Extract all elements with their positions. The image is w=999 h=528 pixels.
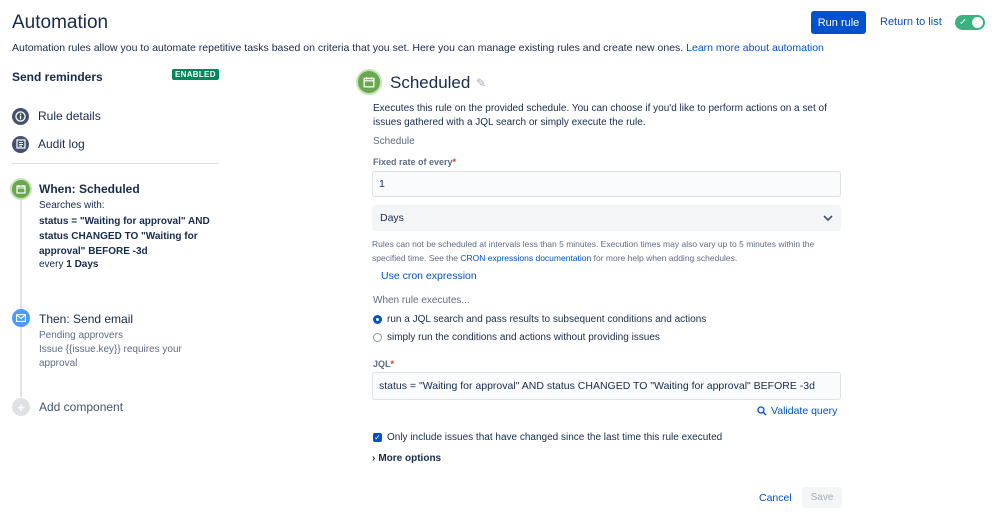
fixed-rate-input[interactable]: 1 bbox=[372, 171, 841, 197]
action-summary: Pending approvers Issue {{issue.key}} re… bbox=[39, 329, 209, 371]
action-line-2: Issue {{issue.key}} requires your approv… bbox=[39, 344, 182, 369]
sidebar-item-label: Rule details bbox=[38, 109, 101, 123]
when-rule-executes-label: When rule executes... bbox=[373, 295, 470, 306]
description-text: Automation rules allow you to automate r… bbox=[12, 42, 684, 54]
component-title: Scheduled bbox=[390, 73, 471, 92]
calendar-icon bbox=[358, 71, 380, 93]
cancel-button[interactable]: Cancel bbox=[759, 492, 792, 504]
calendar-icon bbox=[12, 180, 30, 198]
validate-query-label: Validate query bbox=[771, 405, 838, 417]
interval-unit-value: Days bbox=[380, 212, 404, 224]
jql-input[interactable]: status = "Waiting for approval" AND stat… bbox=[372, 372, 841, 400]
sidebar-item-label: Audit log bbox=[38, 137, 85, 151]
checkbox-checked[interactable]: ✓ bbox=[373, 433, 382, 442]
save-button[interactable]: Save bbox=[802, 487, 842, 508]
every-value: 1 Days bbox=[66, 259, 99, 270]
help-text-part-2: for more help when adding schedules. bbox=[593, 253, 738, 263]
checkbox-label: Only include issues that have changed si… bbox=[387, 432, 723, 443]
info-icon bbox=[12, 107, 29, 125]
cron-docs-link[interactable]: CRON expressions documentation bbox=[460, 253, 591, 263]
timeline-line bbox=[20, 197, 22, 397]
sidebar-divider bbox=[12, 163, 219, 164]
fixed-rate-label-text: Fixed rate of every bbox=[373, 157, 453, 167]
toggle-knob bbox=[972, 17, 983, 28]
run-rule-button[interactable]: Run rule bbox=[811, 11, 866, 34]
schedule-label: Schedule bbox=[373, 136, 415, 147]
trigger-title[interactable]: When: Scheduled bbox=[39, 182, 140, 196]
required-marker: * bbox=[390, 359, 395, 369]
trigger-query: status = "Waiting for approval" AND stat… bbox=[39, 216, 210, 257]
chevron-right-icon: › bbox=[372, 453, 376, 464]
radio-button[interactable] bbox=[373, 333, 382, 342]
sidebar-item-audit-log[interactable]: Audit log bbox=[12, 134, 85, 154]
list-icon bbox=[12, 135, 29, 153]
every-prefix: every bbox=[39, 259, 64, 270]
radio-label: run a JQL search and pass results to sub… bbox=[387, 314, 707, 325]
mail-icon bbox=[12, 309, 30, 327]
return-to-list-link[interactable]: Return to list bbox=[880, 16, 942, 28]
check-icon: ✓ bbox=[959, 17, 968, 28]
sidebar-item-rule-details[interactable]: Rule details bbox=[12, 106, 101, 126]
rule-enabled-toggle[interactable]: ✓ bbox=[955, 15, 985, 30]
component-description: Executes this rule on the provided sched… bbox=[373, 103, 827, 128]
page-description: Automation rules allow you to automate r… bbox=[12, 42, 824, 54]
fixed-rate-label: Fixed rate of every* bbox=[373, 157, 456, 167]
action-title[interactable]: Then: Send email bbox=[39, 312, 133, 326]
more-options-label: More options bbox=[378, 453, 442, 464]
interval-unit-select[interactable]: Days bbox=[372, 205, 841, 231]
schedule-help-text: Rules can not be scheduled at intervals … bbox=[372, 237, 844, 265]
action-line-1: Pending approvers bbox=[39, 330, 123, 341]
only-changed-issues-checkbox-row[interactable]: ✓ Only include issues that have changed … bbox=[373, 432, 722, 443]
edit-pencil-icon[interactable]: ✎ bbox=[476, 76, 486, 90]
page-title: Automation bbox=[12, 12, 109, 33]
radio-run-without-issues[interactable]: simply run the conditions and actions wi… bbox=[373, 332, 660, 343]
add-component-link[interactable]: Add component bbox=[39, 400, 123, 414]
chevron-down-icon bbox=[823, 211, 833, 225]
trigger-searches-label: Searches with: bbox=[39, 200, 105, 211]
status-badge: ENABLED bbox=[172, 69, 219, 80]
radio-button-selected[interactable] bbox=[373, 315, 382, 324]
use-cron-expression-link[interactable]: Use cron expression bbox=[381, 270, 477, 282]
jql-label-text: JQL bbox=[373, 359, 391, 369]
jql-label: JQL* bbox=[373, 359, 394, 369]
required-marker: * bbox=[452, 157, 457, 167]
more-options-toggle[interactable]: › More options bbox=[372, 453, 441, 464]
rule-name: Send reminders bbox=[12, 70, 103, 84]
search-icon bbox=[757, 406, 767, 416]
trigger-frequency: every 1 Days bbox=[39, 259, 98, 270]
plus-icon[interactable]: + bbox=[12, 398, 30, 416]
radio-run-jql[interactable]: run a JQL search and pass results to sub… bbox=[373, 314, 706, 325]
validate-query-link[interactable]: Validate query bbox=[757, 405, 837, 417]
learn-more-link[interactable]: Learn more about automation bbox=[686, 42, 824, 54]
radio-label: simply run the conditions and actions wi… bbox=[387, 332, 660, 343]
